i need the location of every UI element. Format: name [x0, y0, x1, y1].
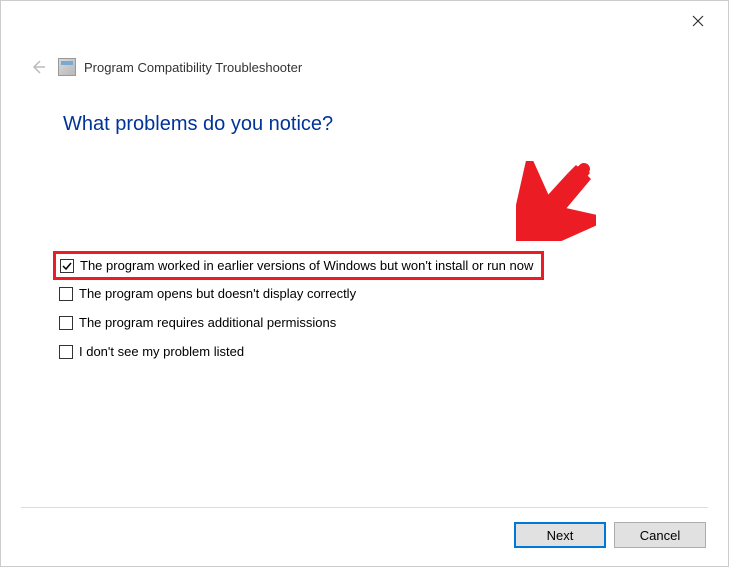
troubleshooter-icon — [58, 58, 76, 76]
checkbox-option-2[interactable] — [59, 287, 73, 301]
separator — [21, 507, 708, 508]
annotation-arrow-icon — [516, 161, 596, 241]
back-button[interactable] — [26, 55, 50, 79]
option-label: The program opens but doesn't display co… — [79, 286, 356, 301]
option-label: The program worked in earlier versions o… — [80, 258, 533, 273]
option-item-highlighted[interactable]: The program worked in earlier versions o… — [53, 251, 544, 280]
back-arrow-icon — [30, 59, 46, 75]
option-item[interactable]: I don't see my problem listed — [59, 342, 544, 361]
checkbox-option-1[interactable] — [60, 259, 74, 273]
checkbox-option-3[interactable] — [59, 316, 73, 330]
option-item[interactable]: The program requires additional permissi… — [59, 313, 544, 332]
button-bar: Next Cancel — [514, 522, 706, 548]
checkmark-icon — [62, 261, 72, 271]
checkbox-option-4[interactable] — [59, 345, 73, 359]
header: Program Compatibility Troubleshooter — [26, 55, 302, 79]
option-item[interactable]: The program opens but doesn't display co… — [59, 284, 544, 303]
close-button[interactable] — [682, 9, 714, 33]
option-label: I don't see my problem listed — [79, 344, 244, 359]
close-icon — [692, 15, 704, 27]
next-button[interactable]: Next — [514, 522, 606, 548]
window-title: Program Compatibility Troubleshooter — [84, 60, 302, 75]
page-heading: What problems do you notice? — [63, 113, 333, 136]
options-list: The program worked in earlier versions o… — [59, 257, 544, 371]
option-label: The program requires additional permissi… — [79, 315, 336, 330]
cancel-button[interactable]: Cancel — [614, 522, 706, 548]
